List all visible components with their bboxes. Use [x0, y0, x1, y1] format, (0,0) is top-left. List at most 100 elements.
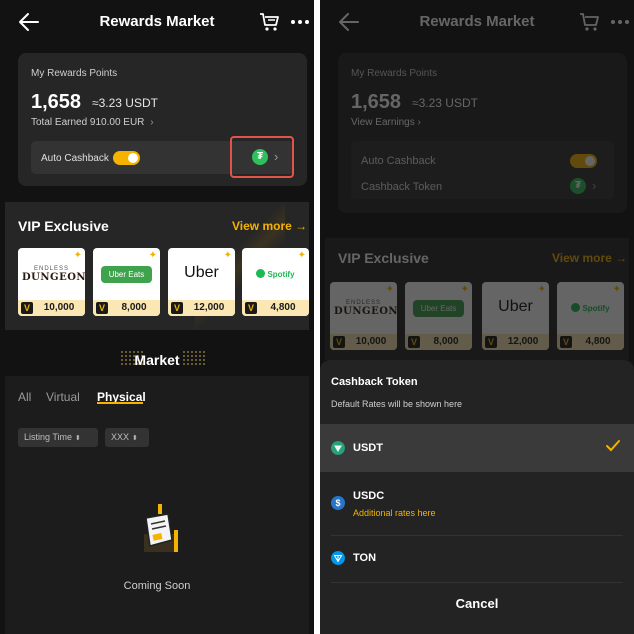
- coming-soon-icon: [144, 504, 178, 552]
- spotify-logo: Spotify: [565, 300, 616, 317]
- sort-icon: ⬍: [75, 435, 81, 442]
- sparkle-icon: ✦: [73, 250, 82, 261]
- tile-price: V 10,000: [18, 300, 85, 316]
- tile-price-value: 8,000: [121, 302, 147, 313]
- usdc-icon: $: [331, 496, 345, 510]
- filter-listing-time[interactable]: Listing Time ⬍: [18, 428, 98, 447]
- token-name: USDT: [353, 442, 383, 454]
- uber-logo: Uber: [184, 264, 219, 281]
- cashback-token-label: Cashback Token: [361, 181, 443, 193]
- arrow-right-icon: →: [615, 251, 628, 265]
- view-more-label: View more: [552, 251, 612, 265]
- vip-title: VIP Exclusive: [338, 250, 429, 266]
- tile-price: V 12,000: [482, 334, 549, 350]
- filter-xxx[interactable]: XXX ⬍: [105, 428, 149, 447]
- token-name: TON: [353, 552, 377, 564]
- filter-label: XXX: [111, 432, 130, 442]
- spotify-logo-text: Spotify: [582, 304, 610, 313]
- vip-view-more: View more →: [552, 251, 627, 265]
- spotify-icon: [256, 269, 266, 278]
- tab-all[interactable]: All: [18, 390, 31, 404]
- token-name: USDC: [353, 490, 385, 502]
- divider: [331, 535, 623, 536]
- tile-price: V 10,000: [330, 334, 397, 350]
- v-badge-icon: V: [560, 336, 572, 348]
- spotify-logo: Spotify: [250, 266, 301, 283]
- arrow-right-icon: →: [295, 219, 308, 233]
- cart-icon[interactable]: [259, 12, 281, 32]
- points-value: 1,658: [31, 91, 82, 113]
- sheet-title: Cashback Token: [331, 376, 418, 388]
- token-option-usdc[interactable]: $ USDC Additional rates here: [320, 478, 634, 530]
- cashback-settings: Auto Cashback Cashback Token ₮ ›: [351, 141, 614, 199]
- sparkle-icon: ✦: [385, 284, 394, 295]
- auto-cashback-label: Auto Cashback: [41, 153, 109, 164]
- sparkle-icon: ✦: [148, 250, 157, 261]
- vip-tile-uber-eats[interactable]: ✦ Uber Eats V 8,000: [93, 248, 160, 316]
- sheet-subtitle: Default Rates will be shown here: [331, 399, 463, 409]
- v-badge-icon: V: [171, 302, 183, 314]
- chevron-right-icon: ›: [150, 117, 154, 128]
- sort-icon: ⬍: [132, 435, 138, 442]
- cart-icon: [580, 13, 599, 31]
- token-option-usdt[interactable]: USDT: [320, 424, 634, 472]
- usdt-icon: [331, 441, 345, 455]
- market-panel: All Virtual Physical Listing Time ⬍ XXX ⬍ …: [5, 376, 309, 634]
- tile-price-value: 8,000: [433, 336, 459, 347]
- spotify-logo-text: Spotify: [267, 270, 295, 279]
- tether-icon: ₮: [570, 178, 586, 194]
- check-icon: [606, 440, 620, 452]
- auto-cashback-label: Auto Cashback: [361, 155, 436, 167]
- points-label: My Rewards Points: [31, 68, 118, 79]
- points-label: My Rewards Points: [351, 68, 438, 79]
- total-earned-link[interactable]: Total Earned 910.00 EUR ›: [31, 117, 154, 128]
- cancel-button[interactable]: Cancel: [320, 596, 634, 611]
- view-earnings-link: View Earnings ›: [351, 117, 421, 128]
- sparkle-icon: ✦: [537, 284, 546, 295]
- token-option-ton[interactable]: TON: [320, 541, 634, 581]
- v-badge-icon: V: [408, 336, 420, 348]
- vip-tile-uber: ✦ Uber V 12,000: [482, 282, 549, 350]
- filter-label: Listing Time: [24, 432, 73, 442]
- vip-tile-spotify[interactable]: ✦ Spotify V 4,800: [242, 248, 309, 316]
- tile-price-value: 12,000: [193, 302, 225, 313]
- vip-tile-uber-eats: ✦ Uber Eats V 8,000: [405, 282, 472, 350]
- vip-tile-dungeon[interactable]: ✦ ENDLESS DUNGEON V 10,000: [18, 248, 85, 316]
- tile-price: V 12,000: [168, 300, 235, 316]
- v-badge-icon: V: [333, 336, 345, 348]
- auto-cashback-toggle[interactable]: [113, 151, 140, 165]
- vip-tile-spotify: ✦ Spotify V 4,800: [557, 282, 624, 350]
- active-tab-underline: [97, 402, 143, 404]
- v-badge-icon: V: [485, 336, 497, 348]
- vip-tile-dungeon: ✦ ENDLESS DUNGEON V 10,000: [330, 282, 397, 350]
- highlight-box: [230, 136, 294, 178]
- total-earned-text: Total Earned 910.00 EUR: [31, 117, 145, 128]
- more-dots-icon[interactable]: [291, 20, 309, 24]
- cashback-token-screen: Rewards Market My Rewards Points 1,658 ≈…: [320, 0, 634, 634]
- points-card: My Rewards Points 1,658 ≈3.23 USDT View …: [338, 53, 627, 213]
- ton-icon: [331, 551, 345, 565]
- sparkle-icon: ✦: [223, 250, 232, 261]
- vip-section: VIP Exclusive View more → ✦ ENDLESS DUNG…: [325, 238, 629, 360]
- points-value: 1,658: [351, 91, 402, 113]
- points-card: My Rewards Points 1,658 ≈3.23 USDT Total…: [18, 53, 307, 186]
- uber-eats-logo: Uber Eats: [101, 266, 152, 283]
- more-dots-icon: [611, 20, 629, 24]
- tile-price: V 8,000: [93, 300, 160, 316]
- vip-tile-uber[interactable]: ✦ Uber V 12,000: [168, 248, 235, 316]
- dungeon-logo: ENDLESS DUNGEON: [334, 300, 397, 317]
- uber-logo: Uber: [498, 298, 533, 315]
- cashback-token-sheet: Cashback Token Default Rates will be sho…: [320, 360, 634, 634]
- tile-price: V 4,800: [242, 300, 309, 316]
- usdt-equivalent: ≈3.23 USDT: [92, 96, 158, 110]
- tab-virtual[interactable]: Virtual: [46, 390, 80, 404]
- dungeon-logo-big: DUNGEON: [334, 306, 397, 317]
- v-badge-icon: V: [245, 302, 257, 314]
- auto-cashback-toggle: [570, 154, 597, 168]
- tile-price: V 8,000: [405, 334, 472, 350]
- vip-view-more[interactable]: View more →: [232, 219, 307, 233]
- vip-section: VIP Exclusive View more → ✦ ENDLESS DUNG…: [5, 202, 309, 330]
- v-badge-icon: V: [96, 302, 108, 314]
- chevron-right-icon: ›: [592, 178, 597, 193]
- view-earnings-text: View Earnings: [351, 117, 415, 128]
